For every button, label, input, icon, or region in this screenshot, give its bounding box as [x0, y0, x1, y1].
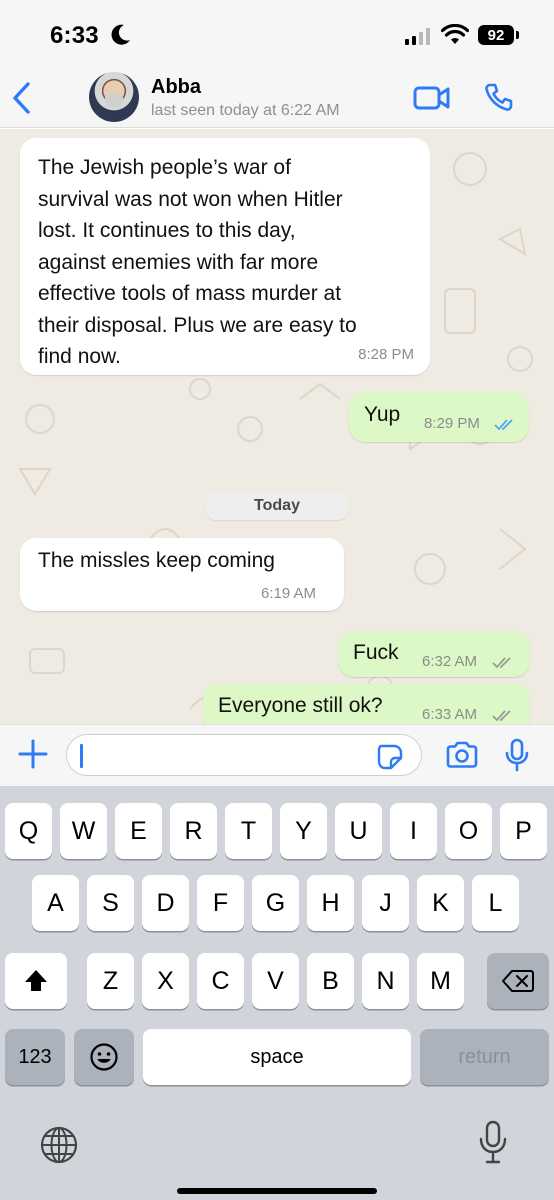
key-e[interactable]: E: [115, 803, 162, 859]
key-s[interactable]: S: [87, 875, 134, 931]
emoji-icon: [90, 1043, 118, 1071]
message-input[interactable]: [66, 734, 422, 776]
message-time: 6:32 AM: [422, 653, 478, 670]
key-o[interactable]: O: [445, 803, 492, 859]
chat-area[interactable]: The Jewish people’s war of survival was …: [0, 129, 554, 724]
cellular-signal-icon: [405, 28, 430, 45]
globe-icon[interactable]: [39, 1125, 79, 1165]
key-j[interactable]: J: [362, 875, 409, 931]
delivered-receipt-icon: [492, 657, 511, 669]
message-time: 8:29 PM: [424, 415, 480, 432]
message-text: The Jewish people’s war of survival was …: [38, 156, 357, 368]
key-w[interactable]: W: [60, 803, 107, 859]
dictation-microphone-icon[interactable]: [478, 1120, 508, 1166]
key-g[interactable]: G: [252, 875, 299, 931]
message-text: Yup: [364, 403, 401, 426]
key-z[interactable]: Z: [87, 953, 134, 1009]
key-m[interactable]: M: [417, 953, 464, 1009]
battery-icon: 92: [478, 25, 514, 45]
microphone-icon[interactable]: [505, 738, 529, 772]
keyboard: Q W E R T Y U I O P A S D F G H J K L Z …: [0, 786, 554, 1200]
message-text: Fuck: [353, 641, 399, 664]
chevron-left-icon[interactable]: [10, 80, 34, 116]
message-text: The missles keep coming: [38, 549, 275, 572]
text-caret: [80, 744, 83, 768]
delivered-receipt-icon: [492, 710, 511, 722]
key-p[interactable]: P: [500, 803, 547, 859]
emoji-key[interactable]: [74, 1029, 134, 1085]
key-x[interactable]: X: [142, 953, 189, 1009]
wifi-icon: [441, 24, 469, 44]
avatar[interactable]: [89, 72, 139, 122]
backspace-icon: [502, 970, 534, 992]
key-u[interactable]: U: [335, 803, 382, 859]
message-bubble-incoming[interactable]: The missles keep coming 6:19 AM: [20, 538, 344, 611]
last-seen-status: last seen today at 6:22 AM: [151, 102, 340, 119]
delete-key[interactable]: [487, 953, 549, 1009]
key-i[interactable]: I: [390, 803, 437, 859]
key-y[interactable]: Y: [280, 803, 327, 859]
message-bubble-outgoing[interactable]: Yup 8:29 PM: [349, 392, 529, 442]
sticker-icon[interactable]: [377, 744, 403, 770]
message-bubble-incoming[interactable]: The Jewish people’s war of survival was …: [20, 138, 430, 375]
home-indicator[interactable]: [177, 1188, 377, 1194]
key-f[interactable]: F: [197, 875, 244, 931]
shift-icon: [25, 970, 47, 991]
message-text: Everyone still ok?: [218, 694, 383, 717]
camera-icon[interactable]: [445, 741, 479, 769]
key-l[interactable]: L: [472, 875, 519, 931]
read-receipt-icon: [494, 419, 513, 431]
space-key[interactable]: space: [143, 1029, 411, 1085]
key-a[interactable]: A: [32, 875, 79, 931]
date-separator: Today: [206, 492, 348, 520]
plus-icon[interactable]: [17, 738, 49, 770]
video-camera-icon[interactable]: [413, 84, 451, 112]
status-time: 6:33: [50, 22, 99, 49]
key-t[interactable]: T: [225, 803, 272, 859]
shift-key[interactable]: [5, 953, 67, 1009]
key-c[interactable]: C: [197, 953, 244, 1009]
key-v[interactable]: V: [252, 953, 299, 1009]
chat-header: Abba last seen today at 6:22 AM: [0, 70, 554, 128]
key-r[interactable]: R: [170, 803, 217, 859]
contact-name[interactable]: Abba: [151, 76, 201, 99]
message-time: 6:19 AM: [261, 585, 317, 602]
moon-icon: [111, 24, 130, 45]
key-k[interactable]: K: [417, 875, 464, 931]
battery-nub: [516, 31, 519, 39]
numbers-key[interactable]: 123: [5, 1029, 65, 1085]
key-b[interactable]: B: [307, 953, 354, 1009]
status-bar: 6:33 92: [0, 0, 554, 70]
message-bubble-outgoing[interactable]: Everyone still ok? 6:33 AM: [203, 684, 530, 724]
message-bubble-outgoing[interactable]: Fuck 6:32 AM: [338, 631, 530, 677]
key-h[interactable]: H: [307, 875, 354, 931]
message-time: 6:33 AM: [422, 706, 478, 723]
return-key[interactable]: return: [420, 1029, 549, 1085]
key-d[interactable]: D: [142, 875, 189, 931]
key-n[interactable]: N: [362, 953, 409, 1009]
key-q[interactable]: Q: [5, 803, 52, 859]
message-input-bar: [0, 724, 554, 786]
phone-icon[interactable]: [484, 82, 514, 112]
message-time: 8:28 PM: [358, 346, 414, 363]
